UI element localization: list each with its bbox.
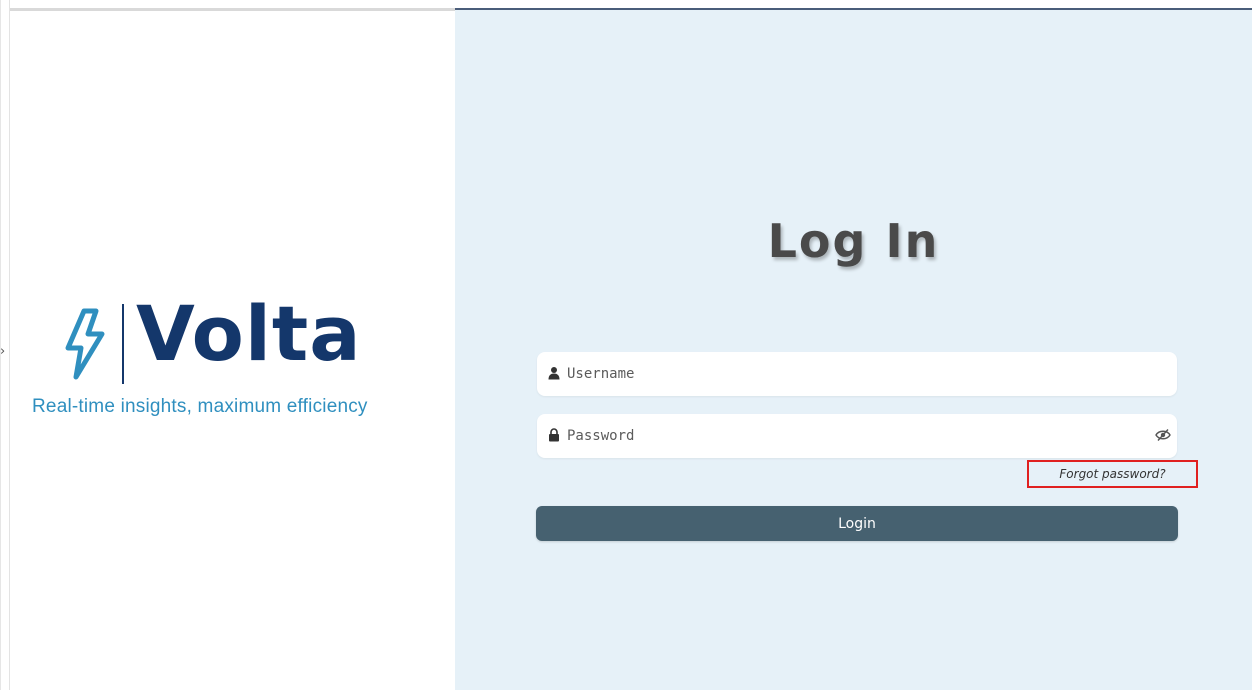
eye-slash-icon[interactable]: [1155, 428, 1171, 442]
forgot-password-link[interactable]: Forgot password?: [1027, 460, 1198, 488]
password-field[interactable]: [537, 414, 1177, 458]
brand-name: Volta: [136, 289, 362, 378]
login-panel: Log In Forgot password? Login: [455, 10, 1252, 690]
collapse-handle-icon[interactable]: ›: [0, 344, 5, 359]
password-input[interactable]: [567, 414, 1147, 458]
user-icon: [548, 367, 560, 380]
top-divider-left: [10, 8, 455, 11]
brand-tagline: Real-time insights, maximum efficiency: [32, 396, 368, 417]
login-title: Log In: [767, 214, 940, 268]
lightning-bolt-icon: [65, 308, 105, 380]
left-edge-divider: [9, 0, 10, 690]
volta-logo: Volta Real-time insights, maximum effici…: [30, 296, 440, 420]
username-field[interactable]: [537, 352, 1177, 396]
username-input[interactable]: [567, 352, 1147, 396]
login-button[interactable]: Login: [536, 506, 1178, 541]
logo-divider: [122, 304, 124, 384]
lock-icon: [549, 428, 559, 442]
